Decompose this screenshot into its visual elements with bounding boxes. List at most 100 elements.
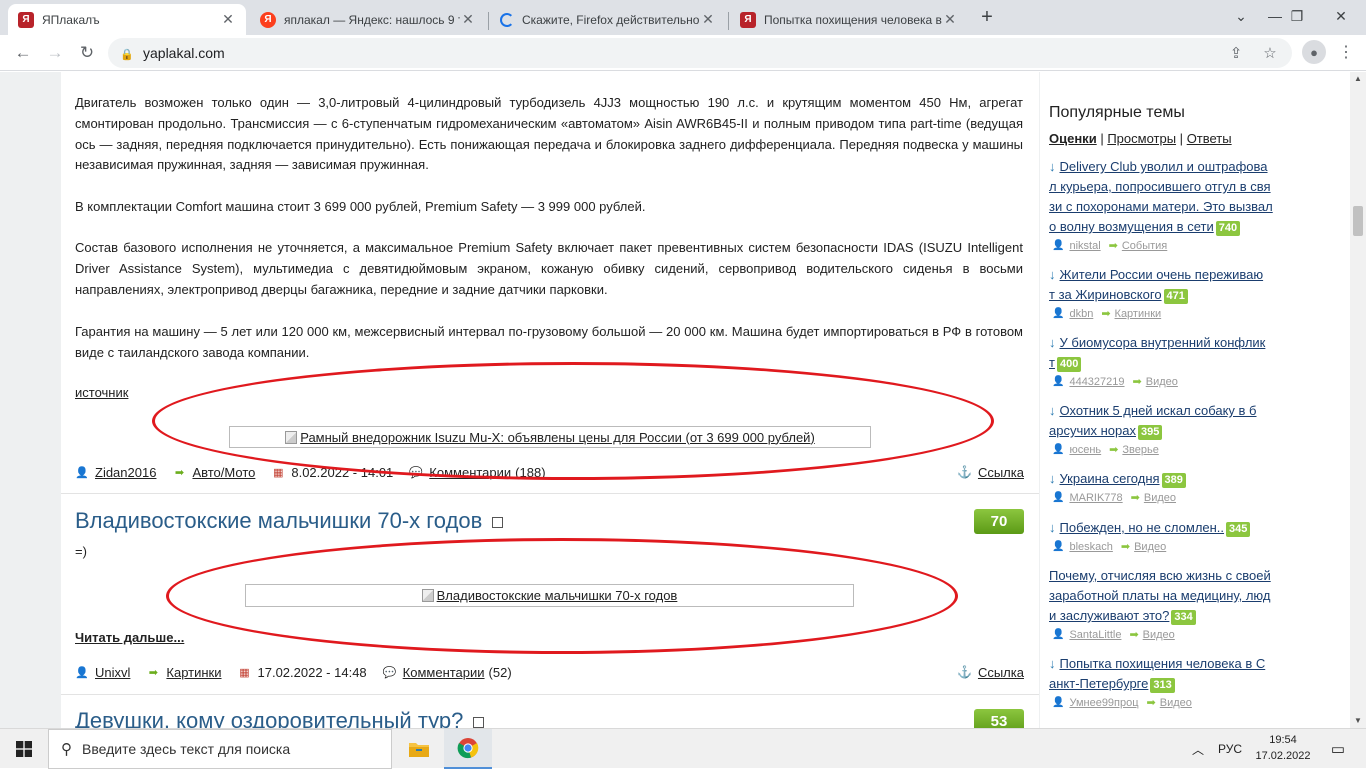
popular-topic-title[interactable]: Побежден, но не сломлен.. xyxy=(1060,520,1225,535)
popular-topic-title[interactable]: Украина сегодня xyxy=(1060,471,1160,486)
topic-author-link[interactable]: Умнее99проц xyxy=(1069,697,1138,709)
taskbar-search-box[interactable]: ⚲ Введите здесь текст для поиска xyxy=(48,729,392,769)
topic-author-link[interactable]: dkbn xyxy=(1069,308,1093,320)
topic-section-link[interactable]: Видео xyxy=(1146,376,1178,388)
reload-button[interactable]: ↻ xyxy=(74,40,100,66)
topic-title-line[interactable]: т за Жириновского xyxy=(1049,287,1162,302)
popular-topic-item[interactable]: ↓ У биомусора внутренний конфлик т 400 xyxy=(1049,333,1289,373)
popular-topic-title[interactable]: Почему, отчисляя всю жизнь с своей зарабо… xyxy=(1049,568,1271,623)
menu-kebab-icon[interactable]: ⋮ xyxy=(1334,40,1358,64)
topic-author-link[interactable]: SantaLittle xyxy=(1069,629,1121,641)
topic-section-link[interactable]: События xyxy=(1122,240,1167,252)
topic-title-line[interactable]: Почему, отчисляя всю жизнь с своей xyxy=(1049,568,1271,583)
topic-title-line[interactable]: арсучих норах xyxy=(1049,423,1136,438)
forward-button[interactable]: → xyxy=(42,40,68,66)
topic-section-link[interactable]: Видео xyxy=(1134,541,1166,553)
close-icon[interactable]: ✕ xyxy=(460,11,476,28)
permalink-label[interactable]: Ссылка xyxy=(978,665,1024,680)
popular-topic-item[interactable]: ↓ Попытка похищения человека в С анкт-Пете… xyxy=(1049,654,1289,694)
sidebar-title: Популярные темы xyxy=(1049,104,1185,121)
file-explorer-icon[interactable] xyxy=(395,729,443,769)
scrollbar-thumb[interactable] xyxy=(1353,206,1363,236)
popular-topic-item[interactable]: ↓ Delivery Club уволил и оштрафова л курье… xyxy=(1049,157,1289,237)
topic-title-line[interactable]: У биомусора внутренний конфлик xyxy=(1060,335,1266,350)
tab-yaplakal[interactable]: Я ЯПлакалъ ✕ xyxy=(8,4,246,35)
post-title-text[interactable]: Владивостокские мальчишки 70-х годов xyxy=(75,508,482,534)
topic-title-line[interactable]: л курьера, попросившего отгул в свя xyxy=(1049,179,1271,194)
open-new-window-icon[interactable] xyxy=(473,716,485,728)
window-close-button[interactable]: ✕ xyxy=(1318,0,1364,32)
scroll-down-arrow-icon[interactable]: ▼ xyxy=(1353,716,1363,726)
topic-title-line[interactable]: т xyxy=(1049,355,1055,370)
tray-overflow-chevron-icon[interactable]: ︿ xyxy=(1186,729,1210,769)
popular-topic-item[interactable]: ↓ Жители России очень переживаю т за Жирин… xyxy=(1049,265,1289,305)
topic-author-link[interactable]: nikstal xyxy=(1069,240,1100,252)
topic-author-link[interactable]: MARIK778 xyxy=(1069,492,1122,504)
filter-replies[interactable]: Ответы xyxy=(1187,131,1232,146)
category-link[interactable]: Авто/Мото xyxy=(192,465,255,480)
page-scrollbar[interactable] xyxy=(1350,72,1366,728)
permalink[interactable]: ⚓ Ссылка xyxy=(957,663,1024,681)
close-icon[interactable]: ✕ xyxy=(942,11,958,28)
topic-title-line[interactable]: анкт-Петербурге xyxy=(1049,676,1148,691)
topic-title-line[interactable]: Украина сегодня xyxy=(1060,471,1160,486)
read-more-link[interactable]: Читать дальше... xyxy=(75,630,184,645)
topic-author-link[interactable]: юсень xyxy=(1069,444,1101,456)
source-link[interactable]: источник xyxy=(75,385,128,400)
topic-title-line[interactable]: Побежден, но не сломлен.. xyxy=(1060,520,1225,535)
topic-title-line[interactable]: Попытка похищения человека в С xyxy=(1060,656,1266,671)
topic-section-link[interactable]: Видео xyxy=(1144,492,1176,504)
topic-title-line[interactable]: Delivery Club уволил и оштрафова xyxy=(1060,159,1268,174)
category-link[interactable]: Картинки xyxy=(166,665,221,680)
address-bar[interactable]: 🔒 yaplakal.com ⇪ ☆ xyxy=(108,38,1292,68)
topic-title-line[interactable]: Охотник 5 дней искал собаку в б xyxy=(1060,403,1257,418)
popular-topic-meta: 👤 dkbn ➡ Картинки xyxy=(1052,307,1169,321)
maximize-button[interactable]: ❐ xyxy=(1274,0,1320,32)
tab-firefox-question[interactable]: Скажите, Firefox действительно ✕ xyxy=(490,4,726,35)
popular-topic-item[interactable]: ↓ Украина сегодня 389 xyxy=(1049,469,1289,489)
post-title[interactable]: Владивостокские мальчишки 70-х годов xyxy=(75,508,504,534)
bookmark-star-icon[interactable]: ☆ xyxy=(1260,43,1280,63)
filter-separator: | xyxy=(1100,131,1104,146)
filter-views[interactable]: Просмотры xyxy=(1107,131,1176,146)
topic-title-line[interactable]: зи с похоронами матери. Это вызвал xyxy=(1049,199,1273,214)
author-link[interactable]: Unixvl xyxy=(95,665,130,680)
popular-topic-item[interactable]: ↓ Охотник 5 дней искал собаку в б арсучих … xyxy=(1049,401,1289,441)
topic-author-link[interactable]: bleskach xyxy=(1069,541,1112,553)
profile-avatar-icon[interactable]: ● xyxy=(1302,40,1326,64)
topic-section-link[interactable]: Картинки xyxy=(1115,308,1162,320)
chrome-taskbar-icon[interactable] xyxy=(444,729,492,769)
topic-title-line[interactable]: Жители России очень переживаю xyxy=(1060,267,1264,282)
topic-section-link[interactable]: Зверье xyxy=(1122,444,1158,456)
topic-title-line[interactable]: заработной платы на медицину, люд xyxy=(1049,588,1270,603)
post-title[interactable]: Девушки, кому оздоровительный тур? xyxy=(75,708,485,728)
topic-title-line[interactable]: и заслуживают это? xyxy=(1049,608,1169,623)
permalink-label[interactable]: Ссылка xyxy=(978,465,1024,480)
topic-title-line[interactable]: о волну возмущения в сети xyxy=(1049,219,1214,234)
close-icon[interactable]: ✕ xyxy=(700,11,716,28)
open-new-window-icon[interactable] xyxy=(492,516,504,528)
topic-author-link[interactable]: 444327219 xyxy=(1069,376,1124,388)
permalink[interactable]: ⚓ Ссылка xyxy=(957,463,1024,481)
popular-topic-item[interactable]: ↓ Побежден, но не сломлен.. 345 xyxy=(1049,518,1289,538)
topic-section-link[interactable]: Видео xyxy=(1143,629,1175,641)
language-indicator[interactable]: РУС xyxy=(1212,729,1248,769)
back-button[interactable]: ← xyxy=(10,40,36,66)
comments-link[interactable]: Комментарии xyxy=(403,665,485,680)
new-tab-button[interactable]: + xyxy=(976,6,998,28)
filter-ratings[interactable]: Оценки xyxy=(1049,131,1097,146)
share-icon[interactable]: ⇪ xyxy=(1226,43,1246,63)
taskbar-clock[interactable]: 19:54 17.02.2022 xyxy=(1248,732,1318,764)
windows-start-button[interactable] xyxy=(0,729,48,769)
popular-topic-title[interactable]: Жители России очень переживаю т за Жирино… xyxy=(1049,267,1263,302)
post-title-text[interactable]: Девушки, кому оздоровительный тур? xyxy=(75,708,463,728)
tab-kidnapping-article[interactable]: Я Попытка похищения человека в ✕ xyxy=(730,4,968,35)
popular-topic-item[interactable]: Почему, отчисляя всю жизнь с своей зарабо… xyxy=(1049,566,1289,626)
close-icon[interactable]: ✕ xyxy=(220,11,236,28)
topic-section-link[interactable]: Видео xyxy=(1160,697,1192,709)
author-link[interactable]: Zidan2016 xyxy=(95,465,156,480)
scroll-up-arrow-icon[interactable]: ▲ xyxy=(1353,74,1363,84)
notifications-icon[interactable]: ▭ xyxy=(1322,729,1354,769)
tab-yandex-search[interactable]: Я яплакал — Яндекс: нашлось 9 т ✕ xyxy=(250,4,486,35)
popular-topic-title[interactable]: У биомусора внутренний конфлик т xyxy=(1049,335,1265,370)
